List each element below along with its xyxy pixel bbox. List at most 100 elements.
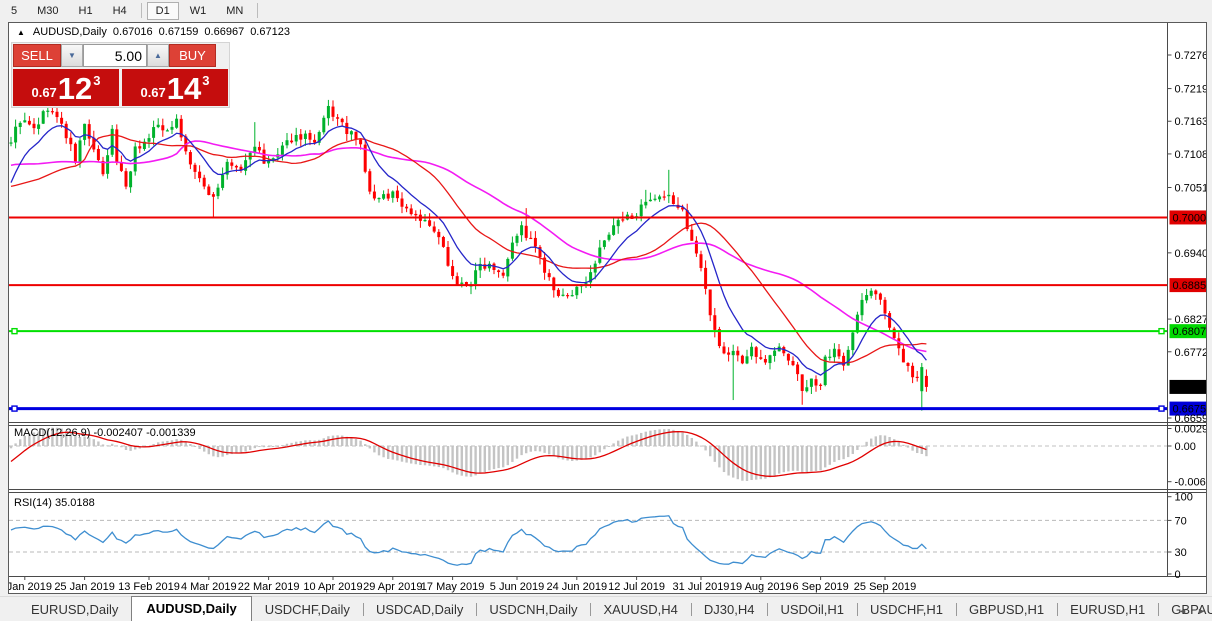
chart-canvas[interactable]: 0.700010.688520.680700.667550.671230.727… (9, 23, 1206, 593)
macd-histogram-bar (589, 446, 591, 457)
macd-histogram-bar (424, 446, 426, 465)
macd-histogram-bar (373, 446, 375, 452)
sell-button[interactable]: SELL (13, 44, 61, 67)
timeframe-button-H4[interactable]: H4 (104, 2, 136, 20)
macd-histogram-bar (332, 436, 334, 446)
timeframe-button-MN[interactable]: MN (217, 2, 252, 20)
timeframe-button-W1[interactable]: W1 (181, 2, 216, 20)
candle-body (396, 191, 399, 199)
buy-price-small: 0.67 (140, 85, 165, 100)
date-label: 4 Mar 2019 (181, 581, 237, 593)
candle-body (437, 232, 440, 237)
candle-body (557, 290, 560, 296)
volume-input[interactable] (83, 44, 147, 67)
tabs-scroll-left-button[interactable]: ◄ (1178, 606, 1187, 616)
macd-histogram-bar (525, 446, 527, 453)
candle-body (608, 235, 611, 240)
candle-body (787, 354, 790, 361)
macd-histogram-bar (833, 446, 835, 462)
sell-price-display[interactable]: 0.67 12 3 (13, 69, 119, 106)
chart-tab-EURUSD-Daily[interactable]: EURUSD,Daily (18, 599, 131, 621)
candle-body (736, 351, 739, 356)
chart-tab-USDCHF-H1[interactable]: USDCHF,H1 (857, 599, 956, 621)
macd-histogram-bar (631, 435, 633, 446)
macd-histogram-bar (608, 446, 610, 447)
date-label: 12 Jul 2019 (608, 581, 665, 593)
macd-histogram-bar (111, 444, 113, 446)
chart-tab-USDCHF-Daily[interactable]: USDCHF,Daily (252, 599, 363, 621)
candle-body (534, 238, 537, 247)
chart-tab-DJ30-H4[interactable]: DJ30,H4 (691, 599, 768, 621)
tabs-scroll-right-button[interactable]: ► (1197, 606, 1206, 616)
candle-body (649, 200, 652, 201)
price-axis-label: 0.72190 (1175, 84, 1207, 96)
candle-body (37, 124, 40, 128)
candle-body (552, 278, 555, 291)
macd-histogram-bar (263, 446, 265, 447)
macd-histogram-bar (635, 434, 637, 446)
macd-histogram-bar (116, 445, 118, 446)
timeframe-button-M30[interactable]: M30 (28, 2, 67, 20)
candle-body (792, 361, 795, 365)
chart-tab-USDOil-H1[interactable]: USDOil,H1 (767, 599, 857, 621)
buy-button[interactable]: BUY (169, 44, 216, 67)
timeframe-button-5[interactable]: 5 (2, 2, 26, 20)
macd-histogram-bar (815, 446, 817, 471)
macd-histogram-bar (235, 446, 237, 453)
macd-histogram-bar (819, 446, 821, 470)
macd-histogram-bar (737, 446, 739, 479)
candle-body (851, 333, 854, 350)
candle-body (663, 196, 666, 197)
candle-body (658, 196, 661, 199)
timeframe-button-H1[interactable]: H1 (70, 2, 102, 20)
candle-body (838, 349, 841, 356)
candle-body (690, 230, 693, 241)
macd-histogram-bar (479, 446, 481, 474)
candle-body (355, 132, 358, 140)
candle-body (410, 208, 413, 214)
trading-terminal: 5M30H1H4 D1W1MN 0.700010.688520.680700.66… (0, 0, 1212, 621)
macd-histogram-bar (686, 435, 688, 446)
candle-body (322, 118, 325, 133)
candle-body (401, 199, 404, 207)
macd-histogram-bar (893, 439, 895, 446)
volume-decrease-button[interactable]: ▼ (61, 44, 83, 67)
candle-body (295, 135, 298, 141)
macd-histogram-bar (254, 446, 256, 448)
sell-price-small: 0.67 (31, 85, 56, 100)
macd-histogram-bar (318, 440, 320, 446)
candle-body (263, 150, 266, 164)
chart-tab-GBPUSD-H1[interactable]: GBPUSD,H1 (956, 599, 1057, 621)
macd-histogram-bar (194, 446, 196, 447)
chart-tab-XAUUSD-H4[interactable]: XAUUSD,H4 (590, 599, 690, 621)
chart-tab-USDCAD-Daily[interactable]: USDCAD,Daily (363, 599, 476, 621)
timeframe-button-D1[interactable]: D1 (147, 2, 179, 20)
macd-histogram-bar (580, 446, 582, 460)
macd-histogram-bar (856, 446, 858, 450)
candle-body (598, 248, 601, 263)
candle-body (28, 121, 31, 125)
candle-body (861, 300, 864, 315)
candle-body (212, 194, 215, 197)
candle-body (171, 127, 174, 130)
volume-increase-button[interactable]: ▲ (147, 44, 169, 67)
macd-histogram-bar (709, 446, 711, 456)
chart-tab-USDCNH-Daily[interactable]: USDCNH,Daily (476, 599, 590, 621)
candle-body (46, 111, 49, 112)
macd-histogram-bar (286, 444, 288, 446)
level-handle (1159, 406, 1164, 411)
chart-tab-AUDUSD-Daily[interactable]: AUDUSD,Daily (131, 596, 251, 621)
candle-body (368, 171, 371, 191)
rsi-axis-label: 70 (1175, 515, 1187, 527)
macd-histogram-bar (410, 446, 412, 464)
chart-tab-EURUSD-H1[interactable]: EURUSD,H1 (1057, 599, 1158, 621)
rsi-label: RSI(14) 35.0188 (14, 497, 95, 509)
macd-histogram-bar (842, 446, 844, 459)
candle-body (911, 366, 914, 377)
date-label: 13 Feb 2019 (118, 581, 180, 593)
macd-histogram-bar (677, 431, 679, 446)
candle-body (336, 117, 339, 118)
macd-histogram-bar (612, 443, 614, 446)
buy-price-display[interactable]: 0.67 14 3 (122, 69, 228, 106)
candle-body (879, 294, 882, 300)
